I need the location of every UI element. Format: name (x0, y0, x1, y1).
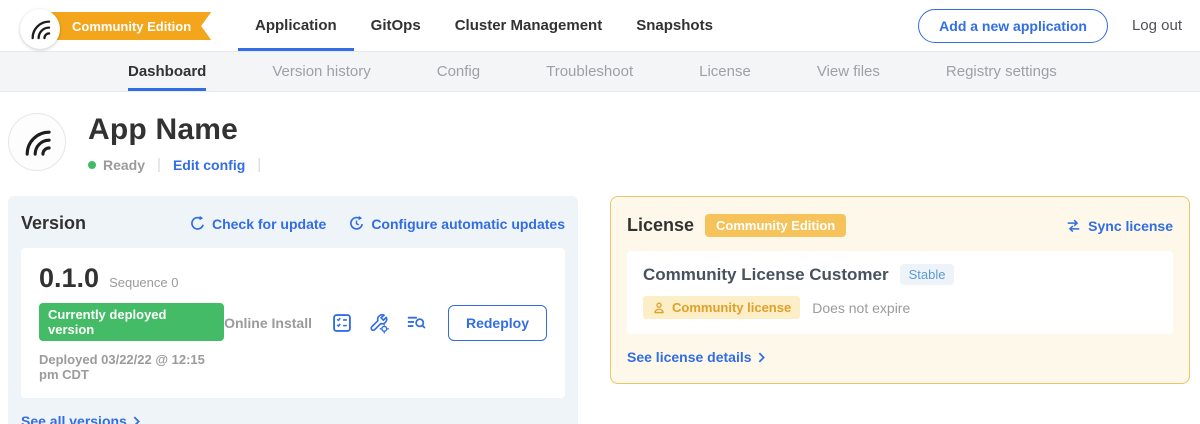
currently-deployed-badge: Currently deployed version (39, 303, 224, 341)
install-type-label: Online Install (224, 315, 312, 331)
configure-automatic-updates-link[interactable]: Configure automatic updates (348, 215, 565, 232)
divider: | (257, 156, 261, 173)
version-card-title: Version (21, 213, 86, 234)
chevron-right-icon (133, 416, 140, 424)
deployed-timestamp: Deployed 03/22/22 @ 12:15 pm CDT (39, 352, 224, 382)
version-card: Version Check for update (8, 196, 578, 424)
tab-application[interactable]: Application (238, 0, 354, 51)
app-avatar (8, 113, 66, 171)
page-title: App Name (88, 113, 273, 147)
see-license-details-link[interactable]: See license details (627, 349, 765, 365)
tab-cluster-management[interactable]: Cluster Management (438, 0, 620, 51)
edit-config-link[interactable]: Edit config (173, 157, 245, 173)
app-header: App Name Ready | Edit config | (0, 92, 1200, 173)
divider: | (157, 156, 161, 173)
subtab-license[interactable]: License (699, 52, 751, 91)
config-wrench-icon[interactable] (368, 312, 390, 334)
channel-badge: Stable (900, 264, 955, 285)
tab-snapshots[interactable]: Snapshots (619, 0, 730, 51)
chevron-right-icon (758, 352, 765, 363)
top-navigation-bar: Community Edition Application GitOps Clu… (0, 0, 1200, 52)
topbar-actions: Add a new application Log out (918, 0, 1200, 51)
brand-badge: Community Edition (20, 0, 208, 51)
logout-link[interactable]: Log out (1132, 17, 1182, 34)
auto-update-clock-icon (348, 215, 365, 232)
redeploy-button[interactable]: Redeploy (448, 305, 547, 341)
status-dot-icon (88, 161, 96, 169)
subtab-troubleshoot[interactable]: Troubleshoot (546, 52, 633, 91)
app-sub-nav: Dashboard Version history Config Trouble… (0, 52, 1200, 92)
community-edition-ribbon-label: Community Edition (72, 19, 191, 34)
replicated-logo (20, 9, 60, 49)
license-details-panel: Community License Customer Stable Commun… (627, 251, 1173, 334)
preflight-checks-icon[interactable] (331, 312, 353, 334)
dashboard-main: App Name Ready | Edit config | Version (0, 92, 1200, 424)
license-card-title: License (627, 215, 694, 236)
community-edition-badge: Community Edition (705, 214, 846, 237)
see-all-versions-link[interactable]: See all versions (21, 413, 140, 424)
person-icon (652, 301, 666, 315)
refresh-icon (189, 215, 206, 232)
view-files-search-icon[interactable] (405, 312, 427, 334)
app-status-row: Ready | Edit config | (88, 156, 273, 173)
license-type-badge: Community license (643, 296, 800, 319)
check-for-update-link[interactable]: Check for update (189, 215, 326, 232)
sync-license-link[interactable]: Sync license (1065, 218, 1173, 234)
app-logo-icon (21, 126, 53, 158)
license-card: License Community Edition Sync license C… (610, 196, 1190, 384)
version-number: 0.1.0 (39, 263, 99, 294)
sync-arrows-icon (1065, 219, 1082, 233)
community-edition-ribbon: Community Edition (42, 12, 211, 40)
subtab-registry-settings[interactable]: Registry settings (946, 52, 1057, 91)
add-new-application-button[interactable]: Add a new application (918, 9, 1108, 43)
subtab-dashboard[interactable]: Dashboard (128, 52, 206, 91)
customer-name: Community License Customer (643, 265, 889, 285)
replicated-logo-icon (28, 17, 52, 41)
primary-nav: Application GitOps Cluster Management Sn… (238, 0, 730, 51)
tab-gitops[interactable]: GitOps (354, 0, 438, 51)
subtab-view-files[interactable]: View files (817, 52, 880, 91)
sequence-label: Sequence 0 (109, 275, 178, 290)
app-status: Ready (103, 157, 145, 173)
license-expiry: Does not expire (812, 300, 910, 316)
dashboard-cards: Version Check for update (0, 196, 1200, 424)
current-version-panel: 0.1.0 Sequence 0 Currently deployed vers… (21, 248, 565, 398)
subtab-config[interactable]: Config (437, 52, 480, 91)
subtab-version-history[interactable]: Version history (272, 52, 370, 91)
